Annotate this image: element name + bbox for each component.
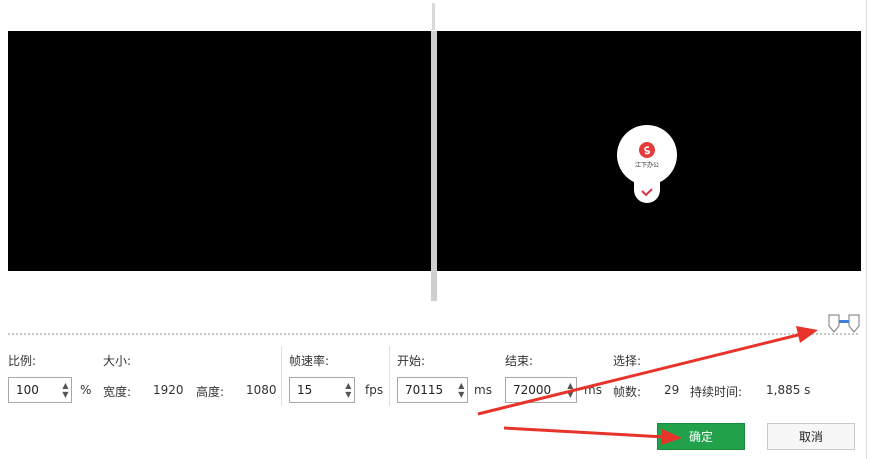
- timeline-track[interactable]: [8, 333, 858, 335]
- ratio-spinner[interactable]: ▲▼: [8, 377, 72, 403]
- ratio-input[interactable]: [9, 383, 60, 397]
- watermark-badge: 江下办公: [617, 125, 677, 185]
- spinner-arrows-icon[interactable]: ▲ ▼: [60, 378, 71, 402]
- trim-range-handles-icon[interactable]: [827, 313, 861, 335]
- ratio-label: 比例:: [8, 354, 37, 368]
- end-input[interactable]: [506, 383, 565, 397]
- end-spinner[interactable]: ▲▼: [505, 377, 577, 403]
- annotation-arrow-to-ok: [503, 426, 666, 439]
- watermark-text: 江下办公: [634, 161, 659, 169]
- spinner-arrows-icon[interactable]: ▲ ▼: [343, 378, 354, 402]
- cancel-button[interactable]: 取消: [767, 423, 855, 450]
- framerate-spinner[interactable]: ▲▼: [289, 377, 355, 403]
- framerate-label: 帧速率:: [289, 354, 330, 368]
- start-input[interactable]: [398, 383, 456, 397]
- check-icon: [641, 188, 653, 197]
- end-unit: ms: [584, 383, 602, 397]
- spinner-arrows-icon[interactable]: ▲ ▼: [456, 378, 467, 402]
- framerate-input[interactable]: [290, 383, 343, 397]
- duration-value: 1,885 s: [766, 383, 811, 397]
- end-label: 结束:: [505, 354, 534, 368]
- start-label: 开始:: [397, 354, 426, 368]
- ok-button[interactable]: 确定: [657, 423, 745, 450]
- watermark-logo-icon: [639, 141, 655, 158]
- separator-1: [281, 346, 282, 406]
- spinner-arrows-icon[interactable]: ▲ ▼: [565, 378, 576, 402]
- watermark-tail: [634, 181, 660, 203]
- watermark: 江下办公: [617, 125, 677, 203]
- preview-left: [8, 31, 431, 271]
- preview-right: 江下办公: [437, 31, 861, 271]
- window-right-edge: [866, 0, 867, 459]
- width-label: 宽度:: [103, 385, 132, 399]
- top-divider: [432, 3, 435, 30]
- start-unit: ms: [474, 383, 492, 397]
- frames-label: 帧数:: [613, 385, 642, 399]
- selection-label: 选择:: [613, 354, 642, 368]
- ratio-unit: %: [80, 383, 92, 397]
- size-label: 大小:: [103, 354, 132, 368]
- frames-value: 29: [664, 383, 680, 397]
- height-label: 高度:: [196, 385, 225, 399]
- separator-2: [389, 346, 390, 406]
- width-value: 1920: [153, 383, 184, 397]
- duration-label: 持续时间:: [690, 385, 743, 399]
- framerate-unit: fps: [365, 383, 384, 397]
- start-spinner[interactable]: ▲▼: [397, 377, 468, 403]
- height-value: 1080: [246, 383, 277, 397]
